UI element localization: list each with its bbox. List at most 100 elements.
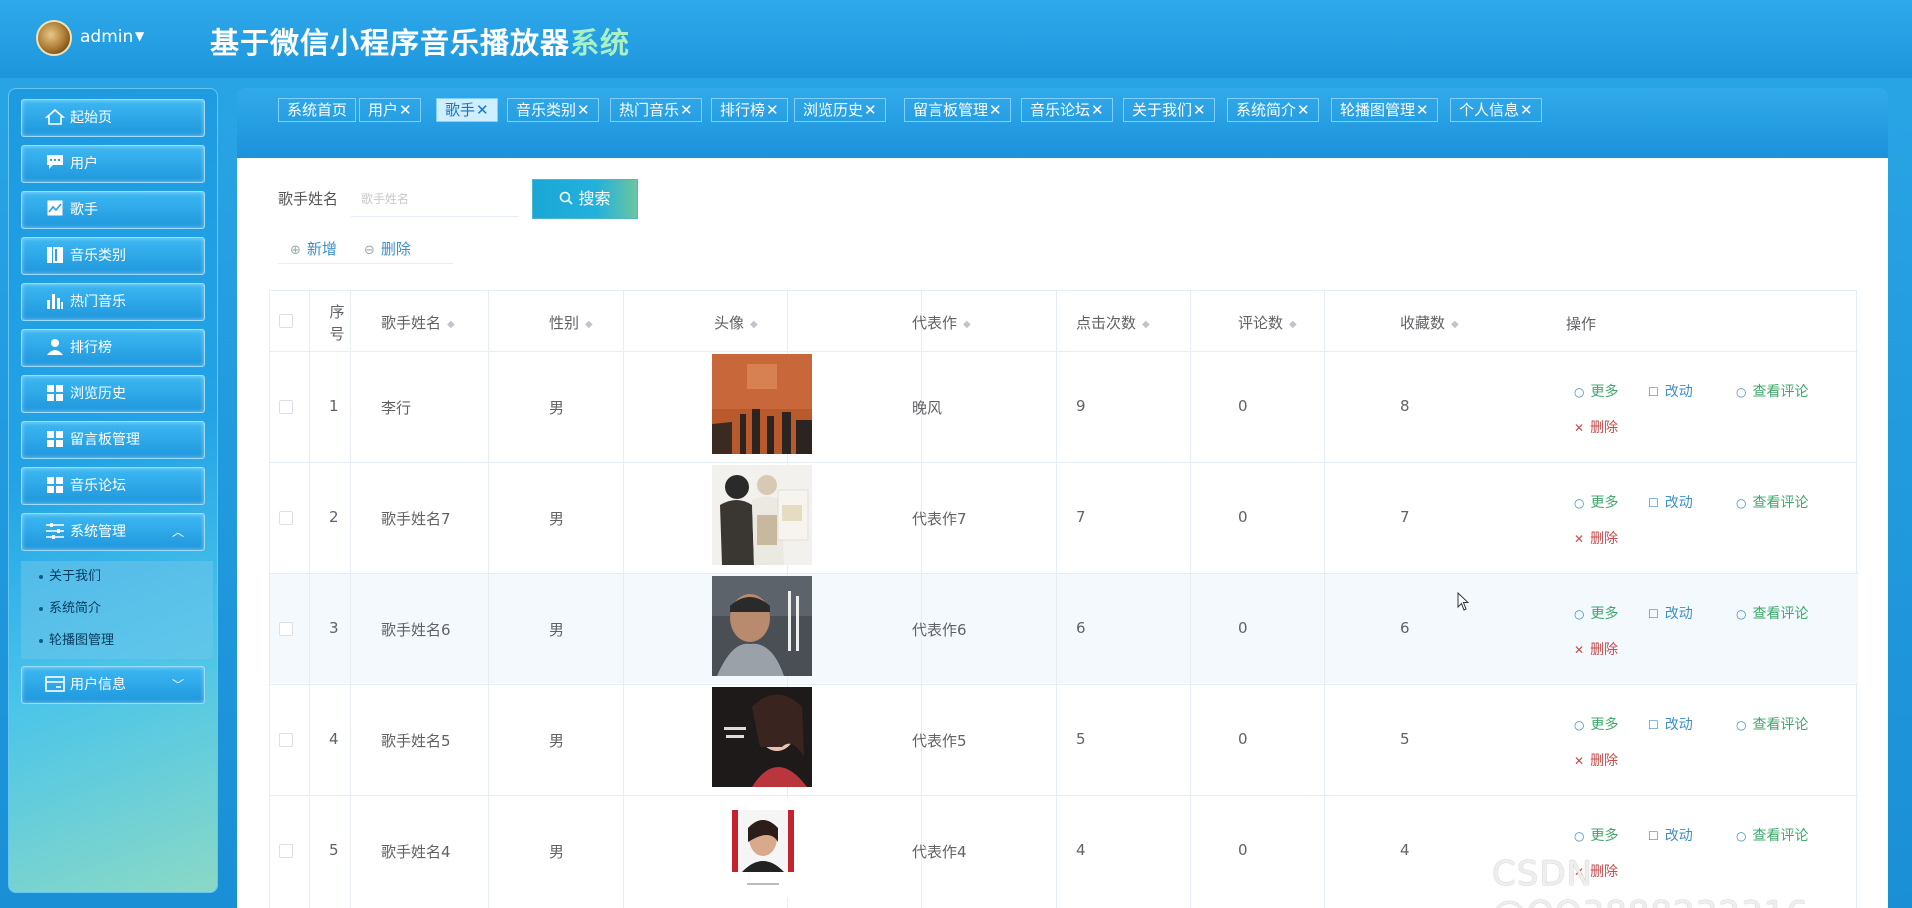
header-avatar[interactable]: 头像 ◆ xyxy=(714,312,758,333)
tab-about-us[interactable]: 关于我们✕ xyxy=(1123,98,1215,122)
header-name-label: 歌手姓名 xyxy=(381,314,442,332)
sort-icon[interactable]: ◆ xyxy=(963,319,971,330)
close-icon[interactable]: ✕ xyxy=(864,101,877,119)
tab-home[interactable]: 系统首页 xyxy=(278,98,357,122)
view-comments-button[interactable]: ○ 查看评论 xyxy=(1736,381,1808,401)
tab-personal-info[interactable]: 个人信息✕ xyxy=(1450,98,1542,122)
view-comments-label: 查看评论 xyxy=(1752,717,1809,733)
close-icon[interactable]: ✕ xyxy=(577,101,590,119)
tab-history[interactable]: 浏览历史✕ xyxy=(794,98,886,122)
tab-music-category[interactable]: 音乐类别✕ xyxy=(507,98,599,122)
sidebar-item-ranking[interactable]: 排行榜 xyxy=(21,329,205,367)
singer-avatar-image xyxy=(712,576,812,676)
sidebar-item-music-category[interactable]: 音乐类别 xyxy=(21,237,205,275)
sidebar-item-history[interactable]: 浏览历史 xyxy=(21,375,205,413)
caret-down-icon[interactable]: ▼ xyxy=(135,29,144,43)
edit-button[interactable]: ☐ 改动 xyxy=(1648,603,1693,623)
add-button[interactable]: ⊕ 新增 xyxy=(290,238,337,259)
close-icon[interactable]: ✕ xyxy=(476,101,489,119)
sidebar-item-system-management[interactable]: 系统管理 ︿ xyxy=(21,513,205,551)
delete-button[interactable]: ⊖ 删除 xyxy=(364,238,411,259)
delete-row-button[interactable]: ✕ 删除 xyxy=(1574,528,1618,548)
search-input[interactable] xyxy=(351,181,519,217)
close-icon[interactable]: ✕ xyxy=(399,101,412,119)
header-name[interactable]: 歌手姓名 ◆ xyxy=(381,312,455,333)
view-comments-button[interactable]: ○ 查看评论 xyxy=(1736,714,1808,734)
cell-work: 代表作7 xyxy=(912,510,967,528)
user-name[interactable]: admin xyxy=(80,27,133,47)
more-button[interactable]: ○ 更多 xyxy=(1574,825,1618,845)
view-comments-button[interactable]: ○ 查看评论 xyxy=(1736,492,1808,512)
sidebar-item-user-info[interactable]: 用户信息 ﹀ xyxy=(21,666,205,704)
sidebar-item-home[interactable]: 起始页 xyxy=(21,99,205,137)
sidebar-item-singers[interactable]: 歌手 xyxy=(21,191,205,229)
tab-singers[interactable]: 歌手✕ xyxy=(436,98,498,122)
tab-ranking[interactable]: 排行榜✕ xyxy=(711,98,788,122)
sort-icon[interactable]: ◆ xyxy=(1451,319,1459,330)
header-favorites[interactable]: 收藏数 ◆ xyxy=(1400,312,1459,333)
edit-button[interactable]: ☐ 改动 xyxy=(1648,381,1693,401)
select-all-checkbox[interactable] xyxy=(279,314,293,328)
row-checkbox[interactable] xyxy=(279,511,293,525)
row-checkbox[interactable] xyxy=(279,733,293,747)
row-checkbox[interactable] xyxy=(279,400,293,414)
sort-icon[interactable]: ◆ xyxy=(1142,319,1150,330)
admin-avatar[interactable] xyxy=(36,20,72,56)
tab-hot-music[interactable]: 热门音乐✕ xyxy=(610,98,702,122)
row-checkbox[interactable] xyxy=(279,844,293,858)
sort-icon[interactable]: ◆ xyxy=(750,319,758,330)
close-icon[interactable]: ✕ xyxy=(1520,101,1533,119)
view-comments-button[interactable]: ○ 查看评论 xyxy=(1736,825,1808,845)
edit-button[interactable]: ☐ 改动 xyxy=(1648,492,1693,512)
sort-icon[interactable]: ◆ xyxy=(1289,319,1297,330)
header-comments[interactable]: 评论数 ◆ xyxy=(1238,312,1297,333)
search-button[interactable]: 搜索 xyxy=(532,179,638,219)
cell-gender: 男 xyxy=(549,843,565,861)
chart-line-icon xyxy=(44,200,66,220)
delete-row-button[interactable]: ✕ 删除 xyxy=(1574,639,1618,659)
header-gender[interactable]: 性别 ◆ xyxy=(549,312,593,333)
edit-button[interactable]: ☐ 改动 xyxy=(1648,825,1693,845)
close-icon[interactable]: ✕ xyxy=(989,101,1002,119)
sidebar-item-forum[interactable]: 音乐论坛 xyxy=(21,467,205,505)
close-icon[interactable]: ✕ xyxy=(1193,101,1206,119)
submenu-item-system-intro[interactable]: 系统简介 xyxy=(21,594,213,624)
header-work[interactable]: 代表作 ◆ xyxy=(912,312,971,333)
close-icon[interactable]: ✕ xyxy=(766,101,779,119)
sort-icon[interactable]: ◆ xyxy=(447,319,455,330)
singer-avatar-image xyxy=(712,687,812,787)
delete-row-button[interactable]: ✕ 删除 xyxy=(1574,750,1618,770)
close-icon[interactable]: ✕ xyxy=(1091,101,1104,119)
cell-clicks: 9 xyxy=(1076,397,1086,415)
close-icon[interactable]: ✕ xyxy=(680,101,693,119)
tab-system-intro[interactable]: 系统简介✕ xyxy=(1227,98,1319,122)
header-index: 序号 xyxy=(329,303,345,343)
more-button[interactable]: ○ 更多 xyxy=(1574,492,1618,512)
tab-carousel[interactable]: 轮播图管理✕ xyxy=(1331,98,1438,122)
tab-users[interactable]: 用户✕ xyxy=(359,98,421,122)
sidebar-item-message-board[interactable]: 留言板管理 xyxy=(21,421,205,459)
more-button[interactable]: ○ 更多 xyxy=(1574,381,1618,401)
close-icon[interactable]: ✕ xyxy=(1416,101,1429,119)
tab-message-board[interactable]: 留言板管理✕ xyxy=(904,98,1011,122)
submenu-item-about-us[interactable]: 关于我们 xyxy=(21,562,213,592)
header-clicks[interactable]: 点击次数 ◆ xyxy=(1076,312,1150,333)
row-checkbox[interactable] xyxy=(279,622,293,636)
view-comments-button[interactable]: ○ 查看评论 xyxy=(1736,603,1808,623)
cell-index: 1 xyxy=(329,397,339,415)
edit-button[interactable]: ☐ 改动 xyxy=(1648,714,1693,734)
cell-name: 李行 xyxy=(381,399,412,417)
close-icon[interactable]: ✕ xyxy=(1297,101,1310,119)
more-button[interactable]: ○ 更多 xyxy=(1574,714,1618,734)
tab-label: 轮播图管理 xyxy=(1340,101,1416,119)
edit-icon: ☐ xyxy=(1648,607,1659,621)
sidebar-item-hot-music[interactable]: 热门音乐 xyxy=(21,283,205,321)
edit-icon: ☐ xyxy=(1648,718,1659,732)
submenu-item-carousel[interactable]: 轮播图管理 xyxy=(21,626,213,656)
tab-forum[interactable]: 音乐论坛✕ xyxy=(1021,98,1113,122)
sort-icon[interactable]: ◆ xyxy=(585,319,593,330)
delete-row-button[interactable]: ✕ 删除 xyxy=(1574,417,1618,437)
sidebar-item-users[interactable]: 用户 xyxy=(21,145,205,183)
more-button[interactable]: ○ 更多 xyxy=(1574,603,1618,623)
tab-label: 歌手 xyxy=(445,101,476,119)
